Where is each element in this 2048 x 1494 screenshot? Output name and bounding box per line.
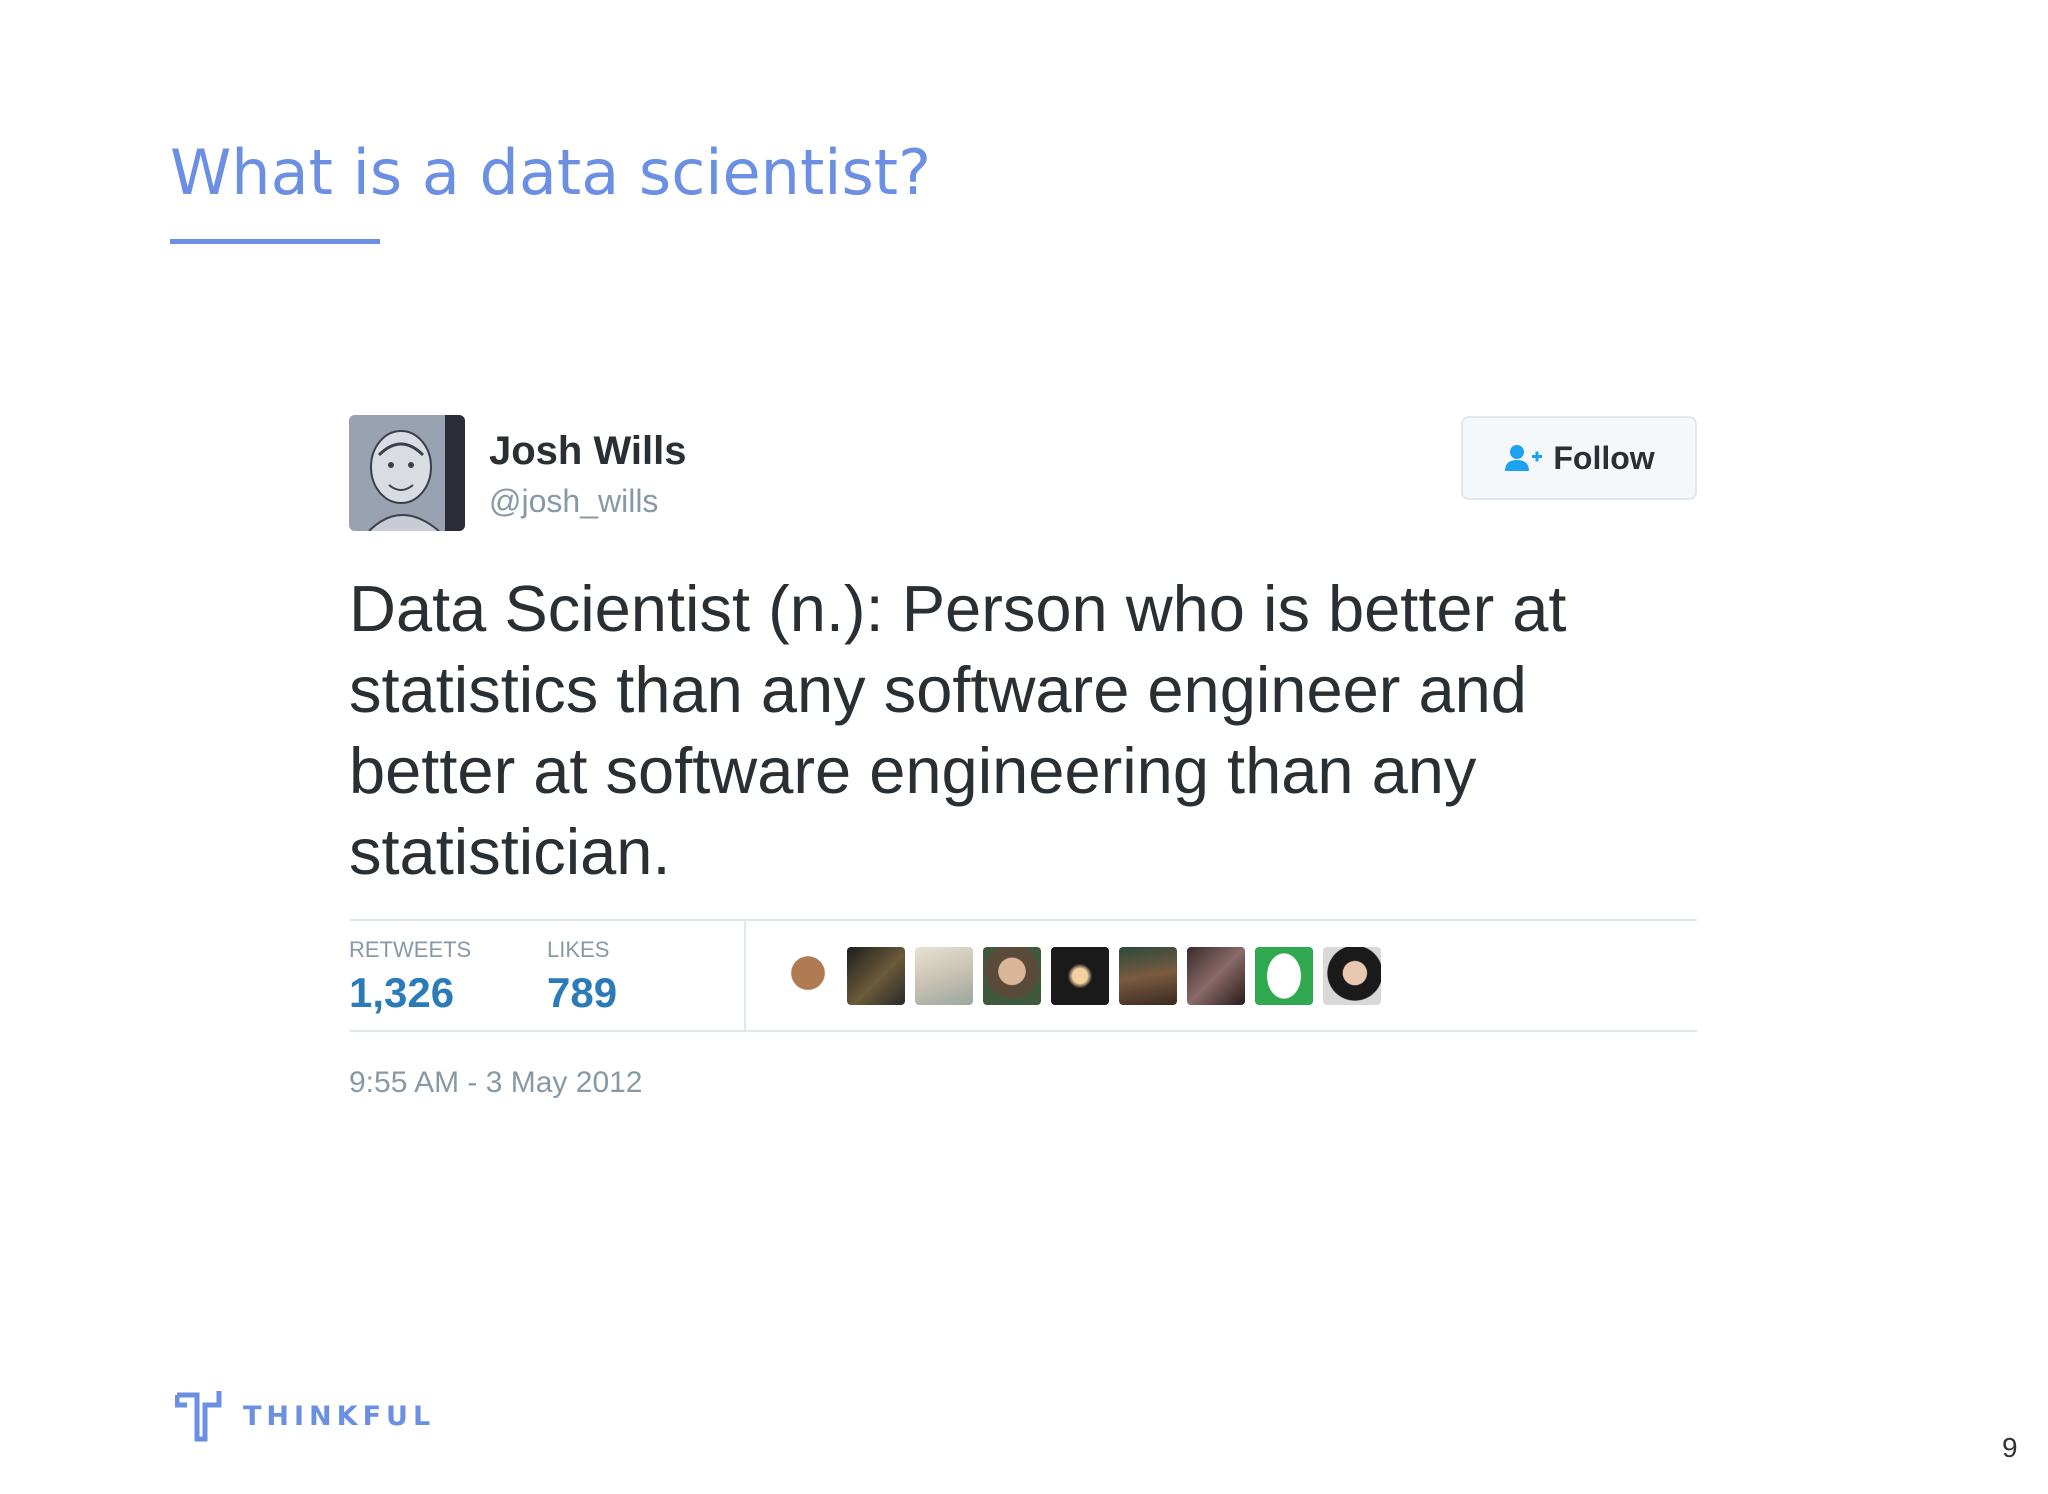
retweets-count: 1,326: [349, 969, 455, 1016]
stats-divider-bottom: [349, 1030, 1697, 1032]
title-underline: [170, 239, 380, 244]
thinkful-logo-icon: [175, 1391, 222, 1442]
liker-avatar[interactable]: [1051, 947, 1109, 1005]
likes-stat[interactable]: LIKES 789: [547, 937, 617, 1017]
liker-avatar[interactable]: [1187, 947, 1245, 1005]
caricature-icon: [349, 415, 465, 531]
liker-avatar[interactable]: [1323, 947, 1381, 1005]
author-name[interactable]: Josh Wills: [489, 429, 686, 474]
follow-label: Follow: [1553, 439, 1655, 476]
thinkful-logo: THINKFUL: [175, 1389, 435, 1443]
add-user-icon: [1505, 445, 1543, 471]
liker-avatar[interactable]: [1255, 947, 1313, 1005]
liker-avatars: [779, 947, 1381, 1007]
liker-avatar[interactable]: [779, 947, 837, 1005]
likes-label: LIKES: [547, 937, 610, 962]
page-number: 9: [2002, 1432, 2018, 1463]
slide: What is a data scientist? Josh Wills @jo…: [0, 0, 2048, 1494]
likes-count: 789: [547, 969, 618, 1016]
tweet-text: Data Scientist (n.): Person who is bette…: [349, 572, 1567, 888]
liker-avatar[interactable]: [983, 947, 1041, 1005]
slide-title: What is a data scientist?: [170, 136, 932, 209]
tweet-card: Josh Wills @josh_wills Follow Data Scien…: [349, 415, 1699, 1115]
liker-avatar[interactable]: [847, 947, 905, 1005]
stats-divider-top: [349, 919, 1697, 921]
brand-name: THINKFUL: [243, 1400, 436, 1432]
tweet-timestamp[interactable]: 9:55 AM - 3 May 2012: [349, 1066, 643, 1100]
liker-avatar[interactable]: [915, 947, 973, 1005]
stats-divider-vertical: [744, 920, 746, 1031]
retweets-stat[interactable]: RETWEETS 1,326: [349, 937, 471, 1017]
author-avatar[interactable]: [349, 415, 465, 531]
author-handle[interactable]: @josh_wills: [489, 483, 658, 520]
follow-button[interactable]: Follow: [1461, 416, 1697, 500]
liker-avatar[interactable]: [1119, 947, 1177, 1005]
retweets-label: RETWEETS: [349, 937, 472, 962]
